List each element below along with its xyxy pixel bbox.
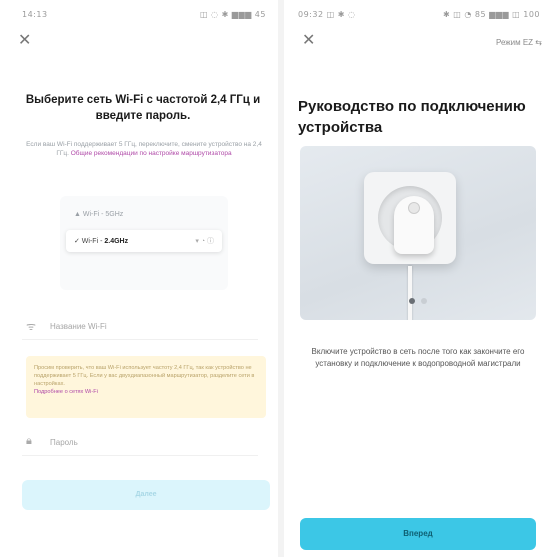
carousel-dot-active[interactable]: [409, 298, 415, 304]
warning-text: Просим проверить, что ваш Wi-Fi использу…: [34, 365, 255, 387]
status-time: 14:13: [22, 10, 48, 19]
carousel-dots: [300, 298, 536, 304]
ssid-field[interactable]: ᯤ: [22, 314, 258, 340]
status-icons: ✱ ◫ ◔ 85 ▆▆▆ ◫ 100: [443, 10, 540, 19]
wifi-row-5ghz: ▲ Wi-Fi - 5GHz: [74, 211, 124, 218]
carousel-dot[interactable]: [421, 298, 427, 304]
warning-link[interactable]: Подробнее о сетях Wi-Fi: [34, 389, 98, 395]
password-field[interactable]: 🔒︎: [22, 430, 258, 456]
close-icon[interactable]: ✕: [302, 33, 316, 49]
smart-plug: [394, 196, 434, 254]
router-guide-link[interactable]: Общие рекомендации по настройке маршрути…: [71, 150, 232, 157]
close-icon[interactable]: ✕: [18, 33, 32, 49]
wifi-row-other: [66, 258, 222, 280]
wifi-illustration: ▲ Wi-Fi - 5GHz ✓ Wi-Fi - 2.4GHz ▾ ◔ ⓘ: [60, 196, 228, 290]
instruction-text: Включите устройство в сеть после того ка…: [311, 347, 525, 368]
ez-mode-link[interactable]: Режим EZ ⇆: [496, 38, 542, 47]
next-button-disabled[interactable]: Далее: [22, 480, 270, 510]
wifi-row-icons: ▾ ◔ ⓘ: [195, 238, 214, 245]
plug-button: [408, 202, 420, 214]
wall-socket-plate: [364, 172, 456, 264]
wifi-row-prefix: ✓ Wi-Fi -: [74, 238, 105, 245]
lock-icon: 🔒︎: [26, 435, 32, 447]
page-description: Если ваш Wi-Fi поддерживает 5 ГГц, перек…: [24, 140, 264, 158]
connection-guide-screen: 09:32 ◫ ✱ ◌ ✱ ◫ ◔ 85 ▆▆▆ ◫ 100 ✕ Режим E…: [284, 0, 552, 557]
wifi-setup-screen: 14:13 ◫ ◌ ✱ ▆▆▆ 45 ✕ Выберите сеть Wi-Fi…: [0, 0, 278, 557]
page-title: Руководство по подключению устройства: [298, 98, 526, 136]
next-button[interactable]: Вперед: [300, 518, 536, 550]
device-illustration: [300, 146, 536, 320]
status-time: 09:32 ◫ ✱ ◌: [298, 10, 356, 19]
password-input[interactable]: [50, 433, 250, 451]
frequency-warning: Просим проверить, что ваш Wi-Fi использу…: [26, 356, 266, 418]
wifi-icon: ᯤ: [26, 321, 37, 333]
page-title: Выберите сеть Wi-Fi с частотой 2,4 ГГц и…: [25, 94, 261, 122]
wifi-row-band: 2.4GHz: [104, 238, 129, 245]
ssid-input[interactable]: [50, 317, 250, 335]
wifi-row-24ghz: ✓ Wi-Fi - 2.4GHz ▾ ◔ ⓘ: [66, 230, 222, 252]
status-icons: ◫ ◌ ✱ ▆▆▆ 45: [199, 10, 266, 19]
cable: [408, 266, 412, 320]
